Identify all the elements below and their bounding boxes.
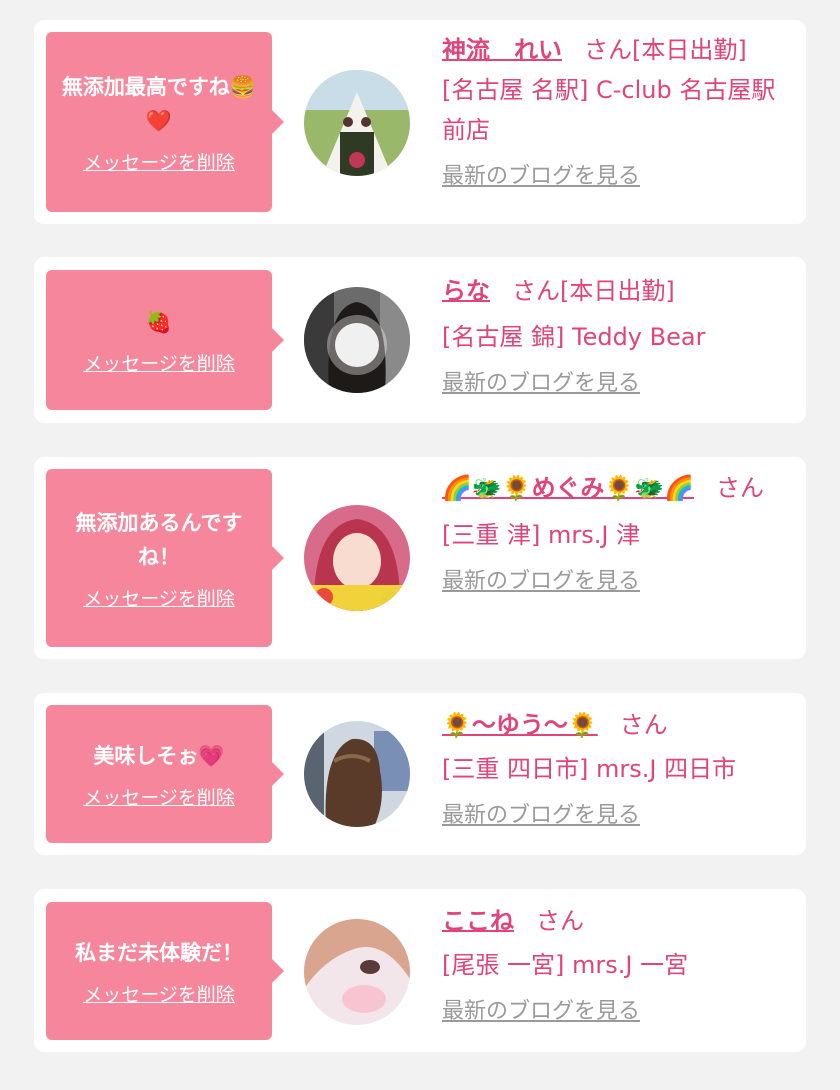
message-card: 🍓 メッセージを削除 らな さん[本日出勤] [名古屋 錦] Teddy Bear… bbox=[34, 257, 806, 423]
delete-message-link[interactable]: メッセージを削除 bbox=[83, 584, 235, 611]
message-text: 無添加最高ですね🍔❤️ bbox=[61, 74, 257, 133]
message-card: 美味しそぉ💗 メッセージを削除 🌻〜ゆう〜🌻 さん [三重 四日市] mrs.J … bbox=[34, 693, 806, 855]
shop-name: [名古屋 名駅] C-club 名古屋駅前店 bbox=[442, 76, 776, 144]
name-line: 🌻〜ゆう〜🌻 さん bbox=[442, 705, 792, 745]
name-line: 神流 れい さん[本日出勤] bbox=[442, 30, 792, 70]
view-blog-link[interactable]: 最新のブログを見る bbox=[442, 162, 640, 192]
name-line: ここね さん bbox=[442, 901, 792, 941]
girl-info: 🌻〜ゆう〜🌻 さん [三重 四日市] mrs.J 四日市 最新のブログを見る bbox=[442, 705, 792, 831]
view-blog-link[interactable]: 最新のブログを見る bbox=[442, 801, 640, 831]
avatar[interactable] bbox=[304, 70, 410, 176]
girl-name-link[interactable]: らな bbox=[442, 277, 490, 305]
name-line: らな さん[本日出勤] bbox=[442, 271, 792, 311]
girl-name-link[interactable]: 🌈🐲🌻めぐみ🌻🐲🌈 bbox=[442, 474, 694, 502]
honorific: さん bbox=[512, 277, 560, 305]
honorific: さん bbox=[619, 711, 668, 739]
message-text: 無添加あるんですね！ bbox=[75, 510, 243, 569]
avatar[interactable] bbox=[304, 287, 410, 393]
delete-message-link[interactable]: メッセージを削除 bbox=[83, 148, 235, 175]
girl-name-link[interactable]: ここね bbox=[442, 907, 514, 935]
girl-info: 🌈🐲🌻めぐみ🌻🐲🌈 さん [三重 津] mrs.J 津 最新のブログを見る bbox=[442, 469, 792, 597]
delete-message-link[interactable]: メッセージを削除 bbox=[83, 783, 235, 810]
message-card: 私まだ未体験だ！ メッセージを削除 ここね さん [尾張 一宮] mrs.J 一宮… bbox=[34, 889, 806, 1052]
avatar[interactable] bbox=[304, 721, 410, 827]
view-blog-link[interactable]: 最新のブログを見る bbox=[442, 369, 640, 399]
avatar[interactable] bbox=[304, 919, 410, 1025]
message-card: 無添加あるんですね！ メッセージを削除 🌈🐲🌻めぐみ🌻🐲🌈 さん [三重 津] m… bbox=[34, 457, 806, 659]
honorific: さん bbox=[584, 36, 632, 64]
girl-info: らな さん[本日出勤] [名古屋 錦] Teddy Bear 最新のブログを見る bbox=[442, 271, 792, 399]
message-text: 🍓 bbox=[145, 309, 173, 334]
shop-name: [三重 津] mrs.J 津 bbox=[442, 521, 641, 549]
girl-name-link[interactable]: 🌻〜ゆう〜🌻 bbox=[442, 711, 598, 739]
girl-info: 神流 れい さん[本日出勤] [名古屋 名駅] C-club 名古屋駅前店 最新の… bbox=[442, 30, 792, 192]
honorific: さん bbox=[716, 474, 765, 502]
avatar[interactable] bbox=[304, 505, 410, 611]
message-bubble: 🍓 メッセージを削除 bbox=[46, 270, 284, 410]
message-bubble: 美味しそぉ💗 メッセージを削除 bbox=[46, 705, 284, 843]
message-bubble: 無添加最高ですね🍔❤️ メッセージを削除 bbox=[46, 32, 284, 212]
message-text: 私まだ未体験だ！ bbox=[75, 940, 243, 965]
girl-info: ここね さん [尾張 一宮] mrs.J 一宮 最新のブログを見る bbox=[442, 901, 792, 1027]
message-list: 無添加最高ですね🍔❤️ メッセージを削除 神流 れい さん[本日出勤] [名古屋 … bbox=[0, 0, 840, 1090]
shop-name: [名古屋 錦] Teddy Bear bbox=[442, 323, 706, 351]
delete-message-link[interactable]: メッセージを削除 bbox=[83, 980, 235, 1007]
message-bubble: 無添加あるんですね！ メッセージを削除 bbox=[46, 469, 284, 647]
name-line: 🌈🐲🌻めぐみ🌻🐲🌈 さん bbox=[442, 469, 792, 507]
shop-name: [尾張 一宮] mrs.J 一宮 bbox=[442, 951, 689, 979]
girl-name-link[interactable]: 神流 れい bbox=[442, 36, 562, 64]
view-blog-link[interactable]: 最新のブログを見る bbox=[442, 997, 640, 1027]
shop-name: [三重 四日市] mrs.J 四日市 bbox=[442, 755, 737, 783]
status-badge: [本日出勤] bbox=[560, 277, 675, 305]
message-text: 美味しそぉ💗 bbox=[93, 743, 225, 768]
delete-message-link[interactable]: メッセージを削除 bbox=[83, 349, 235, 376]
status-badge: [本日出勤] bbox=[632, 36, 747, 64]
message-bubble: 私まだ未体験だ！ メッセージを削除 bbox=[46, 902, 284, 1040]
message-card: 無添加最高ですね🍔❤️ メッセージを削除 神流 れい さん[本日出勤] [名古屋 … bbox=[34, 20, 806, 224]
view-blog-link[interactable]: 最新のブログを見る bbox=[442, 567, 640, 597]
honorific: さん bbox=[536, 907, 584, 935]
